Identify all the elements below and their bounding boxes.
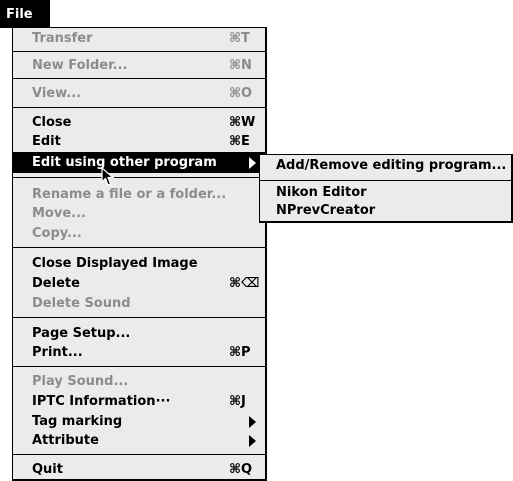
menu-item-page-setup[interactable]: Page Setup... bbox=[13, 324, 265, 343]
menu-item-shortcut: ⌘⌫ bbox=[229, 276, 260, 291]
menu-item-close-displayed-image[interactable]: Close Displayed Image bbox=[13, 254, 265, 273]
menu-separator bbox=[13, 107, 265, 108]
menu-item-shortcut: ⌘J bbox=[229, 394, 246, 409]
submenu-item-add-remove[interactable]: Add/Remove editing program... bbox=[260, 156, 511, 175]
menu-item-shortcut: ⌘W bbox=[229, 115, 256, 130]
submenu-arrow-icon bbox=[249, 434, 256, 447]
menu-item-quit[interactable]: Quit ⌘Q bbox=[13, 460, 265, 479]
menu-item-shortcut: ⌘O bbox=[229, 86, 253, 101]
submenu-item-label: NPrevCreator bbox=[276, 203, 376, 218]
menu-item-edit[interactable]: Edit ⌘E bbox=[13, 132, 265, 151]
file-menu-title-label: File bbox=[6, 6, 33, 22]
menu-item-label: Rename a file or a folder... bbox=[32, 187, 227, 202]
menu-item-attribute[interactable]: Attribute bbox=[13, 431, 265, 450]
submenu-arrow-icon bbox=[249, 156, 256, 169]
menu-item-label: Attribute bbox=[32, 433, 99, 448]
menu-item-delete-sound[interactable]: Delete Sound bbox=[13, 294, 265, 313]
submenu-item-nikon-editor[interactable]: Nikon Editor bbox=[260, 183, 511, 202]
menu-separator bbox=[13, 78, 265, 79]
menu-item-edit-using-other-program[interactable]: Edit using other program bbox=[13, 152, 265, 173]
menu-item-label: Edit using other program bbox=[32, 155, 217, 170]
menu-item-label: Copy... bbox=[32, 226, 82, 241]
menu-item-shortcut: ⌘Q bbox=[229, 462, 253, 477]
submenu-item-nprevcreator[interactable]: NPrevCreator bbox=[260, 201, 511, 220]
menu-separator bbox=[13, 177, 265, 178]
file-menu-title[interactable]: File bbox=[0, 0, 50, 28]
menu-item-shortcut: ⌘N bbox=[229, 58, 252, 73]
file-menu: Transfer ⌘T New Folder... ⌘N View... ⌘O … bbox=[12, 27, 267, 481]
menu-item-new-folder[interactable]: New Folder... ⌘N bbox=[13, 56, 265, 75]
menu-item-move[interactable]: Move... bbox=[13, 204, 265, 223]
menu-item-delete[interactable]: Delete ⌘⌫ bbox=[13, 274, 265, 293]
menu-item-label: Tag marking bbox=[32, 414, 123, 429]
menu-item-label: Delete Sound bbox=[32, 296, 131, 311]
menu-item-label: Play Sound... bbox=[32, 374, 129, 389]
menu-item-tag-marking[interactable]: Tag marking bbox=[13, 412, 265, 431]
submenu-item-label: Nikon Editor bbox=[276, 185, 367, 200]
menu-item-transfer[interactable]: Transfer ⌘T bbox=[13, 29, 265, 48]
edit-program-submenu: Add/Remove editing program... Nikon Edit… bbox=[259, 154, 513, 223]
submenu-arrow-icon bbox=[249, 415, 256, 428]
mouse-pointer-icon bbox=[101, 167, 115, 186]
submenu-item-label: Add/Remove editing program... bbox=[276, 158, 507, 173]
menu-separator bbox=[13, 51, 265, 52]
menu-item-view[interactable]: View... ⌘O bbox=[13, 84, 265, 103]
menu-item-play-sound[interactable]: Play Sound... bbox=[13, 372, 265, 391]
menu-item-print[interactable]: Print... ⌘P bbox=[13, 343, 265, 362]
menu-separator bbox=[13, 454, 265, 455]
menu-item-shortcut: ⌘T bbox=[229, 31, 250, 46]
menu-item-label: Page Setup... bbox=[32, 326, 131, 341]
menu-item-shortcut: ⌘P bbox=[229, 345, 251, 360]
menu-item-copy[interactable]: Copy... bbox=[13, 224, 265, 243]
menu-separator bbox=[260, 180, 511, 181]
menu-separator bbox=[13, 247, 265, 248]
menu-separator bbox=[13, 366, 265, 367]
menu-item-close[interactable]: Close ⌘W bbox=[13, 113, 265, 132]
menu-item-rename[interactable]: Rename a file or a folder... bbox=[13, 185, 265, 204]
menu-item-label: Close Displayed Image bbox=[32, 256, 198, 271]
menu-separator bbox=[13, 317, 265, 318]
menu-item-iptc-information[interactable]: IPTC Information··· ⌘J bbox=[13, 392, 265, 411]
menu-item-label: Move... bbox=[32, 206, 86, 221]
menu-item-shortcut: ⌘E bbox=[229, 134, 250, 149]
